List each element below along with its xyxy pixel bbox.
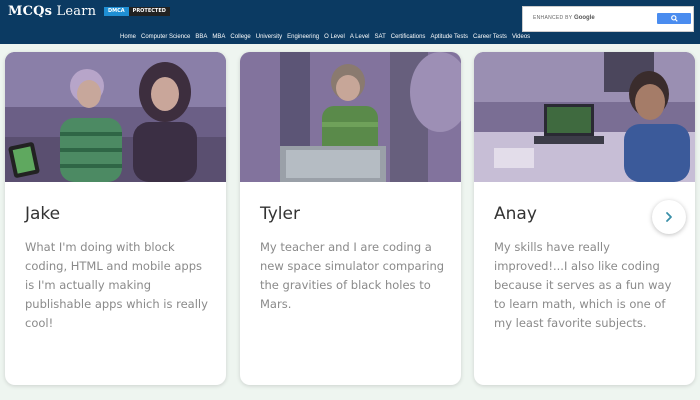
dmca-badge[interactable]: DMCA PROTECTED (104, 7, 170, 16)
chevron-right-icon (666, 212, 672, 222)
testimonial-name: Tyler (260, 204, 300, 224)
site-logo[interactable]: MCQs Learn (8, 4, 96, 19)
search-box[interactable]: ENHANCED BY Google (522, 6, 694, 32)
testimonial-quote: What I'm doing with block coding, HTML a… (25, 240, 208, 330)
nav-item-college[interactable]: College (230, 34, 250, 40)
search-input[interactable]: ENHANCED BY Google (533, 15, 595, 21)
nav-item-o-level[interactable]: O Level (324, 34, 345, 40)
nav-item-a-level[interactable]: A Level (350, 34, 370, 40)
nav-item-mba[interactable]: MBA (212, 34, 225, 40)
carousel-next-button[interactable] (652, 200, 686, 234)
search-button[interactable] (657, 13, 691, 24)
protected-label: PROTECTED (128, 7, 170, 16)
main-nav: Home Computer Science BBA MBA College Un… (120, 34, 530, 40)
testimonial-card-jake: Jake What I'm doing with block coding, H… (5, 52, 226, 385)
nav-item-certifications[interactable]: Certifications (391, 34, 426, 40)
nav-item-bba[interactable]: BBA (195, 34, 207, 40)
dmca-label: DMCA (104, 7, 129, 16)
testimonial-quote: My skills have really improved!...I also… (494, 240, 672, 330)
nav-item-university[interactable]: University (256, 34, 282, 40)
testimonial-name: Anay (494, 204, 537, 224)
testimonial-card-tyler: Tyler My teacher and I are coding a new … (240, 52, 461, 385)
nav-item-engineering[interactable]: Engineering (287, 34, 319, 40)
testimonial-photo-anay (474, 52, 695, 182)
nav-item-videos[interactable]: Videos (512, 34, 530, 40)
site-header: MCQs Learn DMCA PROTECTED ENHANCED BY Go… (0, 0, 700, 44)
nav-item-sat[interactable]: SAT (375, 34, 386, 40)
testimonial-name: Jake (25, 204, 61, 224)
nav-item-career-tests[interactable]: Career Tests (473, 34, 507, 40)
testimonial-quote: My teacher and I are coding a new space … (260, 240, 445, 311)
nav-item-aptitude-tests[interactable]: Aptitude Tests (430, 34, 468, 40)
nav-item-home[interactable]: Home (120, 34, 136, 40)
nav-item-computer-science[interactable]: Computer Science (141, 34, 190, 40)
testimonial-photo-jake (5, 52, 226, 182)
testimonial-photo-tyler (240, 52, 461, 182)
search-icon (670, 15, 678, 22)
